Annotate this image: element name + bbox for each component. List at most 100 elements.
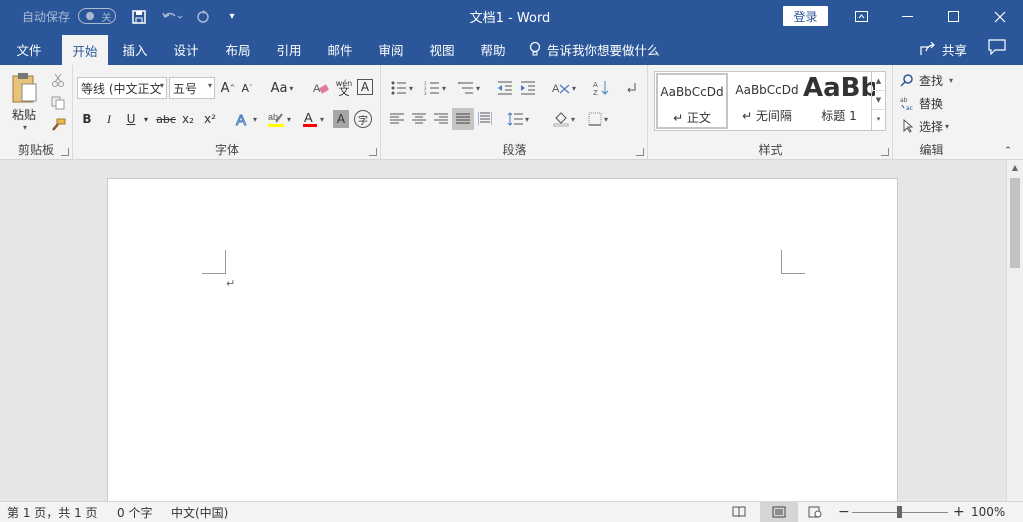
strikethrough-button[interactable]: abc <box>155 108 177 130</box>
collapse-ribbon-icon[interactable]: ⌃ <box>1001 145 1015 157</box>
autosave-toggle[interactable]: 关 <box>78 8 116 24</box>
sort-icon[interactable]: AZ <box>590 77 612 99</box>
tab-layout[interactable]: 布局 <box>216 33 260 65</box>
font-launcher-icon[interactable] <box>369 148 377 156</box>
scroll-thumb[interactable] <box>1010 178 1020 268</box>
font-color-button[interactable]: A ▾ <box>298 108 328 130</box>
ribbon-display-icon[interactable] <box>838 0 884 33</box>
style-preview: AaBbCcDd <box>735 83 799 97</box>
tab-review[interactable]: 审阅 <box>369 33 413 65</box>
text-effects-button[interactable]: A ▾ <box>231 108 261 130</box>
find-button[interactable]: 查找 ▾ <box>900 70 953 90</box>
show-formatting-marks-icon[interactable] <box>622 77 640 99</box>
close-icon[interactable] <box>977 0 1023 33</box>
replace-button[interactable]: ab ac 替换 <box>900 93 943 113</box>
style-normal[interactable]: AaBbCcDd ↵ 正文 <box>656 73 728 129</box>
styles-launcher-icon[interactable] <box>881 148 889 156</box>
tab-design[interactable]: 设计 <box>164 33 208 65</box>
minimize-icon[interactable] <box>884 0 930 33</box>
document-area: ↵ <box>0 160 1023 508</box>
character-shading-icon[interactable]: A <box>333 110 349 128</box>
gallery-down-icon[interactable]: ▼ <box>872 91 885 110</box>
grow-font-icon[interactable]: A ^ <box>219 77 237 99</box>
style-heading-1[interactable]: AaBb 标题 1 <box>803 73 875 129</box>
comments-icon[interactable] <box>988 39 1010 59</box>
login-button[interactable]: 登录 <box>783 6 828 26</box>
highlight-button[interactable]: ab ▾ <box>263 108 295 130</box>
justify-icon[interactable] <box>452 108 474 130</box>
font-name-combo[interactable]: 等线 (中文正文 ▾ <box>77 77 167 99</box>
title-bar: 自动保存 关 ▾ 文档1 - Word 登录 <box>0 0 1023 33</box>
cut-icon[interactable] <box>48 70 68 90</box>
gallery-up-icon[interactable]: ▲ <box>872 72 885 91</box>
underline-button[interactable]: U <box>123 108 139 130</box>
shrink-font-icon[interactable]: Aˇ <box>238 77 256 99</box>
page-count[interactable]: 第 1 页，共 1 页 <box>7 502 98 522</box>
gallery-more-icon[interactable]: ▾ <box>872 110 885 129</box>
tab-home[interactable]: 开始 <box>62 35 108 65</box>
select-button[interactable]: 选择 ▾ <box>902 116 949 136</box>
print-layout-icon[interactable] <box>760 502 798 522</box>
italic-button[interactable]: I <box>101 108 117 130</box>
toggle-knob <box>85 12 94 20</box>
align-center-icon[interactable] <box>409 108 429 130</box>
paragraph-launcher-icon[interactable] <box>636 148 644 156</box>
maximize-icon[interactable] <box>930 0 976 33</box>
chinese-layout-button[interactable]: A ▾ <box>548 77 580 99</box>
format-painter-icon[interactable] <box>48 116 68 136</box>
copy-icon[interactable] <box>48 93 68 113</box>
bold-button[interactable]: B <box>79 108 95 130</box>
tab-insert[interactable]: 插入 <box>113 33 157 65</box>
clear-formatting-icon[interactable]: A <box>310 77 332 99</box>
zoom-slider-thumb[interactable] <box>897 506 902 518</box>
customize-qat-icon[interactable]: ▾ <box>224 0 240 33</box>
line-spacing-button[interactable]: ▾ <box>502 108 534 130</box>
borders-button[interactable]: ▾ <box>582 108 614 130</box>
word-count[interactable]: 0 个字 <box>117 502 152 522</box>
tell-me-text: 告诉我你想要做什么 <box>547 42 660 58</box>
tell-me-box[interactable]: 告诉我你想要做什么 <box>528 33 660 65</box>
decrease-indent-icon[interactable] <box>494 77 516 99</box>
margin-corner-top-right <box>781 250 805 274</box>
document-page[interactable]: ↵ <box>107 178 898 508</box>
zoom-out-icon[interactable]: − <box>838 502 850 522</box>
align-right-icon[interactable] <box>431 108 451 130</box>
tab-file[interactable]: 文件 <box>6 33 52 65</box>
paste-button[interactable]: 粘贴 ▾ <box>6 71 42 133</box>
superscript-button[interactable]: x² <box>201 108 219 130</box>
language-indicator[interactable]: 中文(中国) <box>171 502 228 522</box>
character-border-icon[interactable]: A <box>357 79 373 95</box>
clipboard-launcher-icon[interactable] <box>61 148 69 156</box>
highlighter-icon: ab <box>267 112 284 127</box>
underline-dropdown-icon[interactable]: ▾ <box>141 108 151 130</box>
vertical-scrollbar[interactable]: ▲ <box>1006 160 1023 501</box>
multilevel-list-button[interactable]: ▾ <box>453 77 485 99</box>
zoom-level[interactable]: 100% <box>971 502 1005 522</box>
share-button[interactable]: 共享 <box>920 33 967 65</box>
increase-indent-icon[interactable] <box>517 77 539 99</box>
read-mode-icon[interactable] <box>732 502 748 522</box>
tab-help[interactable]: 帮助 <box>471 33 515 65</box>
bullets-button[interactable]: ▾ <box>387 77 417 99</box>
enclose-characters-icon[interactable]: 字 <box>354 110 372 128</box>
tab-view[interactable]: 视图 <box>420 33 464 65</box>
shading-button[interactable]: ▾ <box>548 108 580 130</box>
change-case-button[interactable]: Aa ▾ <box>266 77 298 99</box>
redo-icon[interactable] <box>193 0 213 33</box>
subscript-button[interactable]: x₂ <box>179 108 197 130</box>
lightbulb-icon <box>529 41 541 56</box>
font-size-combo[interactable]: 五号 ▾ <box>169 77 215 99</box>
align-left-icon[interactable] <box>387 108 407 130</box>
style-no-spacing[interactable]: AaBbCcDd ↵ 无间隔 <box>731 73 803 129</box>
zoom-in-icon[interactable]: + <box>953 502 965 522</box>
save-icon[interactable] <box>128 0 150 33</box>
scroll-up-icon[interactable]: ▲ <box>1007 160 1023 176</box>
distributed-icon[interactable] <box>475 108 495 130</box>
web-layout-icon[interactable] <box>808 502 824 522</box>
tab-mailings[interactable]: 邮件 <box>318 33 362 65</box>
numbering-button[interactable]: 1 2 3 ▾ <box>420 77 450 99</box>
undo-icon[interactable] <box>158 0 186 33</box>
tab-references[interactable]: 引用 <box>267 33 311 65</box>
phonetic-guide-icon[interactable]: wén 文 <box>333 77 355 99</box>
chinese-layout-icon: A <box>552 83 570 95</box>
